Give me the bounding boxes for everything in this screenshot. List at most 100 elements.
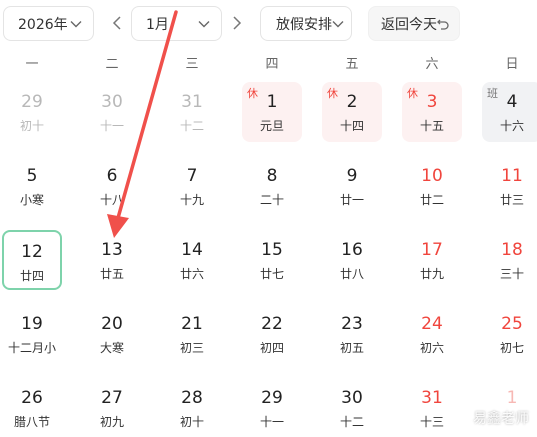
day-number: 22 [261,314,283,334]
day-cell-selected[interactable]: 12 廿四 [2,230,62,290]
day-cell[interactable]: 9 廿一 [322,156,382,216]
next-month-button[interactable] [229,14,245,32]
watermark: 易鑫老师 [473,411,529,427]
weekday-label: 四 [265,57,279,72]
day-number: 8 [266,166,278,186]
day-cell[interactable]: 30 十一 [82,82,142,142]
lunar-date: 廿一 [339,193,364,207]
day-number: 19 [21,314,43,334]
day-cell[interactable]: 31 十二 [162,82,222,142]
day-cell[interactable]: 22 初四 [242,304,302,364]
day-cell[interactable]: 休 1 元旦 [242,82,302,142]
lunar-date: 初十 [179,415,204,429]
day-number: 9 [346,166,358,186]
day-cell[interactable]: 8 二十 [242,156,302,216]
day-cell[interactable]: 13 廿五 [82,230,142,290]
lunar-date: 廿二 [419,193,444,207]
lunar-date: 初十 [19,119,44,133]
day-cell[interactable]: 26 腊八节 [2,378,62,437]
day-number: 26 [21,388,43,408]
day-number: 24 [421,314,443,334]
weekday-label: 六 [425,57,439,72]
day-number: 16 [341,240,363,260]
day-cell[interactable]: 21 初三 [162,304,222,364]
lunar-date: 十八 [99,193,124,207]
lunar-date: 十一 [99,119,124,133]
day-number: 17 [421,240,443,260]
month-select[interactable]: 1月 [131,6,222,41]
year-select-value: 2026年 [18,16,68,33]
day-cell[interactable]: 5 小寒 [2,156,62,216]
return-icon [437,19,449,30]
year-select[interactable]: 2026年 [3,6,94,41]
day-number: 1 [506,388,518,408]
back-to-today-label: 返回今天 [381,16,437,33]
lunar-date: 十三 [419,415,444,429]
day-cell[interactable]: 20 大寒 [82,304,142,364]
day-cell[interactable]: 16 廿八 [322,230,382,290]
weekday-label: 日 [505,57,519,72]
day-cell[interactable]: 休 2 十四 [322,82,382,142]
lunar-date: 廿九 [419,267,444,281]
lunar-date: 小寒 [19,193,44,207]
lunar-date: 廿四 [19,269,44,283]
day-cell[interactable]: 24 初六 [402,304,462,364]
holiday-select-label: 放假安排 [276,16,332,33]
prev-month-button[interactable] [109,14,125,32]
day-number: 13 [101,240,123,260]
day-cell[interactable]: 休 3 十五 [402,82,462,142]
day-number: 6 [106,166,118,186]
day-cell[interactable]: 6 十八 [82,156,142,216]
calendar-toolbar: 2026年 1月 放假安排 返回今天 [0,0,537,48]
day-cell[interactable]: 17 廿九 [402,230,462,290]
lunar-date: 三十 [499,267,524,281]
day-number: 2 [346,92,358,112]
day-number: 10 [421,166,443,186]
weekday-header: 一二三四五六日 [0,53,537,75]
day-cell[interactable]: 18 三十 [482,230,537,290]
day-cell[interactable]: 31 十三 [402,378,462,437]
day-cell[interactable]: 班 4 十六 [482,82,537,142]
weekday-label: 五 [345,57,359,72]
day-cell[interactable]: 27 初九 [82,378,142,437]
lunar-date: 十二 [179,119,204,133]
chevron-down-icon [332,21,344,28]
day-cell[interactable]: 19 十二月小 [2,304,62,364]
day-cell[interactable]: 29 十一 [242,378,302,437]
day-cell[interactable]: 7 十九 [162,156,222,216]
day-cell[interactable]: 10 廿二 [402,156,462,216]
day-number: 23 [341,314,363,334]
day-cell[interactable]: 15 廿七 [242,230,302,290]
lunar-date: 十九 [179,193,204,207]
lunar-date: 腊八节 [13,415,50,429]
day-cell[interactable]: 11 廿三 [482,156,537,216]
lunar-date: 十六 [499,119,524,133]
chevron-down-icon [70,21,82,28]
day-cell[interactable]: 30 十二 [322,378,382,437]
day-cell[interactable]: 25 初七 [482,304,537,364]
lunar-date: 廿七 [259,267,284,281]
back-to-today-button[interactable]: 返回今天 [368,6,460,41]
day-cell[interactable]: 14 廿六 [162,230,222,290]
weekday-label: 二 [105,57,119,72]
lunar-date: 初五 [339,341,364,355]
day-cell[interactable]: 28 初十 [162,378,222,437]
day-cell[interactable]: 29 初十 [2,82,62,142]
day-number: 1 [266,92,278,112]
lunar-date: 廿五 [99,267,124,281]
day-number: 29 [261,388,283,408]
day-number: 12 [21,242,43,262]
day-number: 15 [261,240,283,260]
holiday-schedule-select[interactable]: 放假安排 [260,6,352,41]
lunar-date: 十一 [259,415,284,429]
day-number: 3 [426,92,438,112]
day-number: 29 [21,92,43,112]
lunar-date: 大寒 [99,341,124,355]
lunar-date: 十二 [339,415,364,429]
day-number: 31 [421,388,443,408]
lunar-date: 廿六 [179,267,204,281]
lunar-date: 元旦 [259,119,284,133]
day-cell[interactable]: 23 初五 [322,304,382,364]
lunar-date: 初六 [419,341,444,355]
lunar-date: 初九 [99,415,124,429]
